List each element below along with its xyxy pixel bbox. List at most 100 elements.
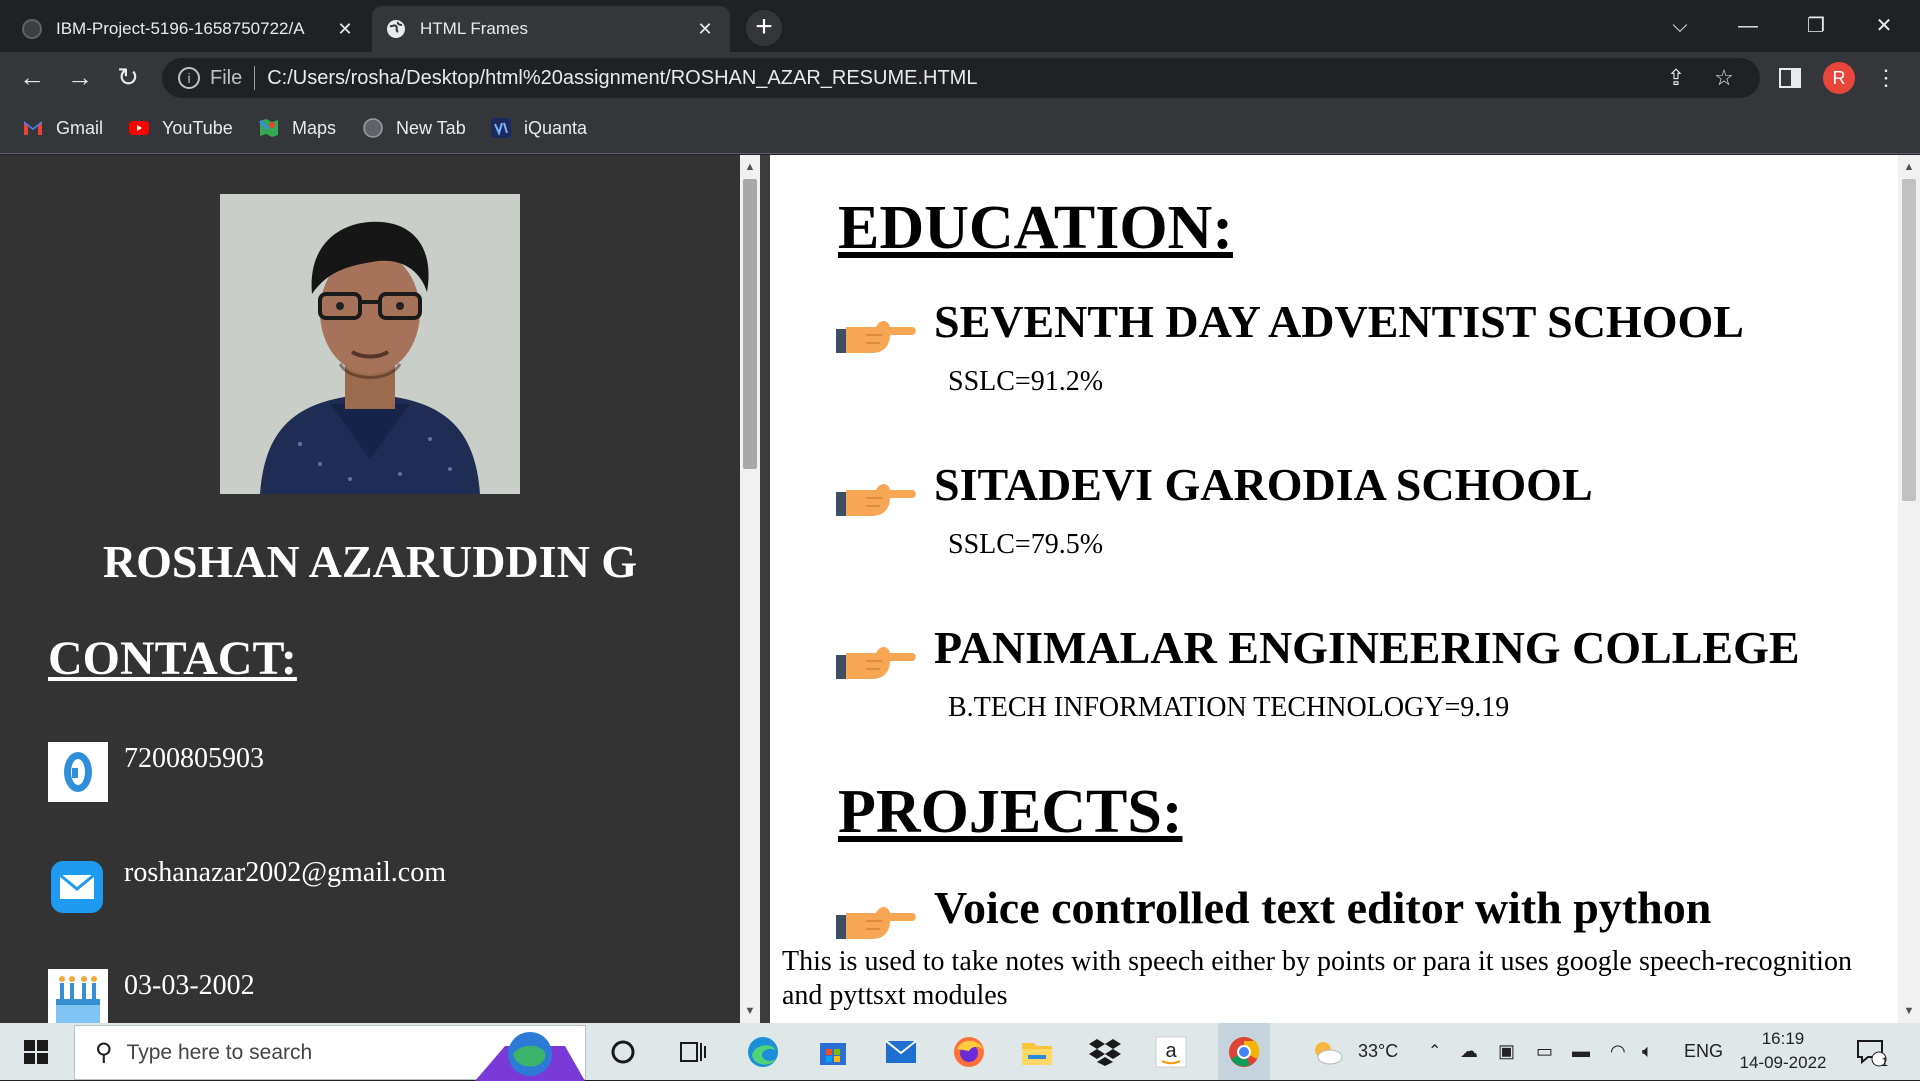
address-bar[interactable]: i File C:/Users/rosha/Desktop/html%20ass… — [162, 58, 1760, 98]
search-icon: ⚲ — [95, 1039, 113, 1066]
pointing-hand-icon — [836, 907, 916, 939]
education-school: SEVENTH DAY ADVENTIST SCHOOL — [934, 296, 1744, 347]
tab-html-frames[interactable]: HTML Frames ✕ — [372, 6, 730, 52]
dropbox-icon[interactable] — [1086, 1033, 1124, 1071]
education-school: SITADEVI GARODIA SCHOOL — [934, 459, 1593, 510]
contact-email: roshanazar2002@gmail.com — [48, 856, 446, 916]
frame-divider[interactable] — [760, 155, 770, 1023]
profile-photo — [220, 194, 520, 494]
weather-icon[interactable] — [1308, 1033, 1346, 1071]
mail-icon — [51, 861, 103, 913]
tab-search-chevron-icon[interactable]: ⌵ — [1660, 8, 1700, 44]
share-icon[interactable]: ⇪ — [1662, 64, 1690, 92]
scroll-down-arrow-icon[interactable]: ▼ — [1898, 1001, 1920, 1021]
firefox-icon[interactable] — [950, 1033, 988, 1071]
scroll-down-arrow-icon[interactable]: ▼ — [740, 1001, 760, 1021]
contact-text: 03-03-2002 — [124, 970, 255, 1001]
meet-now-icon[interactable]: ▣ — [1498, 1023, 1515, 1080]
edge-icon[interactable] — [744, 1033, 782, 1071]
taskbar-search-box[interactable]: ⚲ Type here to search — [74, 1025, 586, 1081]
address-separator — [254, 66, 256, 90]
bookmark-star-icon[interactable]: ☆ — [1710, 64, 1738, 92]
contact-text: 7200805903 — [124, 743, 264, 774]
windows-taskbar: ⚲ Type here to search a 33°C ⌃ ☁ ▣ ▭ ▬ ◠… — [0, 1023, 1920, 1081]
display-icon[interactable]: ▭ — [1536, 1023, 1553, 1080]
left-frame-scrollbar[interactable]: ▲ ▼ — [740, 155, 760, 1023]
cortana-icon[interactable] — [604, 1033, 642, 1071]
restore-icon[interactable]: ❐ — [1796, 8, 1836, 44]
close-tab-icon[interactable]: ✕ — [334, 18, 356, 40]
phone-icon — [48, 742, 108, 802]
bookmark-youtube[interactable]: YouTube — [128, 114, 233, 142]
clock-date: 14-09-2022 — [1739, 1053, 1827, 1072]
svg-text:a: a — [1165, 1040, 1177, 1062]
scroll-up-arrow-icon[interactable]: ▲ — [1898, 157, 1920, 177]
amazon-icon[interactable]: a — [1152, 1033, 1190, 1071]
chrome-icon[interactable] — [1218, 1023, 1270, 1080]
bookmark-gmail[interactable]: Gmail — [22, 114, 103, 142]
volume-icon[interactable]: 🔈︎ — [1642, 1023, 1653, 1080]
contact-text: roshanazar2002@gmail.com — [124, 857, 447, 888]
browser-toolbar: ← → ↻ i File C:/Users/rosha/Desktop/html… — [0, 52, 1920, 102]
globe-icon — [363, 118, 383, 138]
pointing-hand-icon — [836, 647, 916, 679]
search-placeholder: Type here to search — [126, 1040, 313, 1064]
clock-time: 16:19 — [1761, 1029, 1805, 1048]
windows-start-icon[interactable] — [17, 1033, 55, 1071]
microsoft-store-icon[interactable] — [814, 1033, 852, 1071]
close-tab-icon[interactable]: ✕ — [694, 18, 716, 40]
menu-kebab-icon[interactable]: ⋮ — [1872, 60, 1900, 96]
bookmark-label: Maps — [292, 117, 337, 138]
bookmark-maps[interactable]: Maps — [258, 114, 336, 142]
gmail-icon — [23, 121, 43, 135]
close-window-icon[interactable]: ✕ — [1864, 8, 1904, 44]
scrollbar-thumb[interactable] — [743, 179, 757, 469]
wifi-icon[interactable]: ◠ — [1610, 1023, 1626, 1080]
show-hidden-icons-chevron-icon[interactable]: ⌃ — [1428, 1023, 1441, 1080]
pointing-hand-icon — [836, 484, 916, 516]
birthday-cake-icon — [48, 969, 108, 1023]
right-frame-scrollbar[interactable]: ▲ ▼ — [1898, 155, 1920, 1023]
education-detail: SSLC=79.5% — [948, 529, 1104, 560]
project-title: Voice controlled text editor with python — [934, 882, 1712, 933]
left-frame-profile: ROSHAN AZARUDDIN G CONTACT: 7200805903 r… — [0, 155, 740, 1023]
globe-icon — [386, 19, 406, 39]
github-icon — [22, 19, 42, 39]
right-frame-content: EDUCATION: SEVENTH DAY ADVENTIST SCHOOL … — [770, 155, 1898, 1023]
notification-center-icon[interactable]: 1 — [1852, 1033, 1890, 1071]
project-description: This is used to take notes with speech e… — [782, 946, 1852, 1011]
youtube-icon — [129, 121, 149, 135]
url-text[interactable]: C:/Users/rosha/Desktop/html%20assignment… — [267, 67, 977, 90]
back-arrow-icon[interactable]: ← — [14, 60, 50, 96]
battery-icon[interactable]: ▬ — [1572, 1023, 1590, 1080]
url-scheme: File — [210, 66, 243, 89]
tab-title: HTML Frames — [420, 19, 528, 38]
taskbar-clock[interactable]: 16:19 14-09-2022 — [1718, 1027, 1848, 1075]
education-detail: SSLC=91.2% — [948, 366, 1104, 397]
profile-avatar[interactable]: R — [1823, 62, 1855, 94]
mail-app-icon[interactable] — [882, 1033, 920, 1071]
resume-name: ROSHAN AZARUDDIN G — [102, 536, 638, 587]
reload-icon[interactable]: ↻ — [110, 60, 146, 96]
scrollbar-thumb[interactable] — [1902, 179, 1916, 501]
maps-icon — [258, 119, 278, 137]
bookmark-label: iQuanta — [524, 117, 588, 138]
pointing-hand-icon — [836, 321, 916, 353]
tab-title: IBM-Project-5196-1658750722/A — [56, 19, 305, 38]
new-tab-button[interactable]: + — [746, 10, 782, 46]
scroll-up-arrow-icon[interactable]: ▲ — [740, 157, 760, 177]
task-view-icon[interactable] — [674, 1033, 712, 1071]
file-explorer-icon[interactable] — [1018, 1033, 1056, 1071]
bookmark-iquanta[interactable]: iQuanta — [490, 114, 587, 142]
onedrive-icon[interactable]: ☁ — [1460, 1023, 1478, 1080]
notification-count: 1 — [1881, 1055, 1888, 1069]
weather-temperature[interactable]: 33°C — [1358, 1023, 1398, 1080]
bookmark-label: YouTube — [162, 117, 233, 138]
forward-arrow-icon[interactable]: → — [62, 60, 98, 96]
site-info-icon[interactable]: i — [178, 67, 200, 89]
tab-ibm-project[interactable]: IBM-Project-5196-1658750722/A ✕ — [8, 6, 370, 52]
side-panel-icon[interactable] — [1776, 60, 1804, 96]
education-detail: B.TECH INFORMATION TECHNOLOGY=9.19 — [948, 692, 1510, 723]
minimize-icon[interactable]: — — [1728, 8, 1768, 44]
bookmark-new-tab[interactable]: New Tab — [362, 114, 466, 142]
